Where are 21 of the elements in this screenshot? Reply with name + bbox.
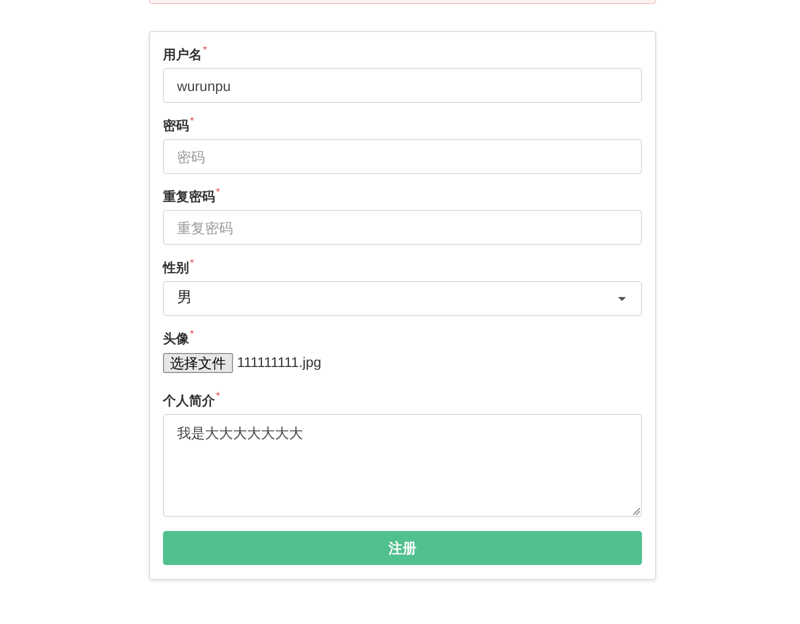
input-field[interactable]: 重复密码	[163, 210, 642, 245]
required-mark: *	[216, 392, 220, 402]
caret-icon	[618, 296, 626, 300]
field-label: 头像	[163, 330, 189, 348]
text-area[interactable]: 我是大大大大大大大	[163, 414, 642, 517]
field-label: 用户名	[163, 46, 202, 64]
choose-file-button[interactable]: 选择文件	[163, 352, 233, 372]
field-label: 个人简介	[163, 392, 215, 410]
file-name: 111111111.jpg	[237, 353, 322, 372]
field-label: 密码	[163, 117, 189, 135]
resize-handle-icon[interactable]	[633, 508, 640, 515]
required-mark: *	[190, 259, 194, 269]
input-field[interactable]: wurunpu	[163, 68, 642, 103]
required-mark: *	[190, 117, 194, 127]
required-mark: *	[203, 46, 207, 56]
select-field[interactable]: 男	[163, 281, 642, 316]
required-mark: *	[190, 330, 194, 340]
input-field[interactable]: 密码	[163, 139, 642, 174]
required-mark: *	[216, 188, 220, 198]
field-label: 性别	[163, 259, 189, 277]
field-label: 重复密码	[163, 188, 215, 206]
